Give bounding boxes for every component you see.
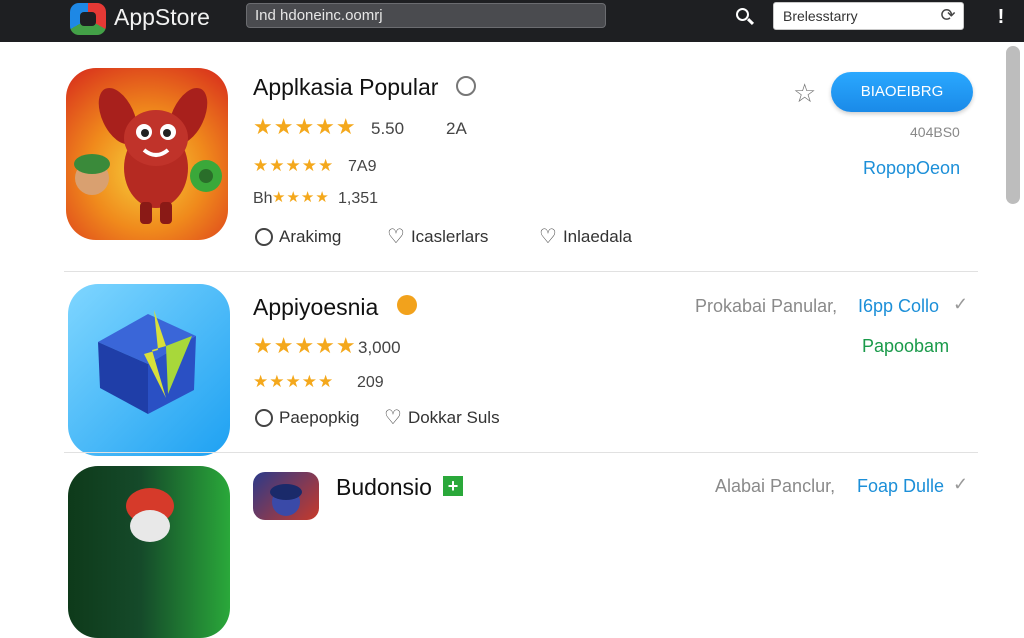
download-count: 1,351 <box>338 190 379 207</box>
top-bar: AppStore Ind hdoneinc.oomrj Brelesstarry… <box>0 0 1024 42</box>
app-icon-small[interactable] <box>253 472 319 520</box>
publisher-link[interactable]: Foap Dulle <box>857 476 944 497</box>
app-title[interactable]: Budonsio <box>336 474 432 501</box>
rating-stars: ★★★★★ <box>253 114 357 139</box>
verified-badge-icon <box>397 295 417 315</box>
search-input[interactable]: Brelesstarry <box>773 2 964 30</box>
app-icon-cube[interactable] <box>68 284 230 456</box>
rating-stars-secondary: ★★★★★ <box>253 156 335 175</box>
comment-icon <box>255 228 273 246</box>
action-ranking[interactable]: Paepopkig <box>255 408 359 428</box>
category-label: Alabai Panclur, <box>715 476 836 496</box>
app-title[interactable]: Appiyoesnia <box>253 294 378 321</box>
brand-name[interactable]: AppStore <box>114 4 210 31</box>
app-title[interactable]: Applkasia Popular <box>253 74 438 101</box>
rating-stars-secondary: ★★★★★ <box>253 372 335 391</box>
action-wishlist[interactable]: ♡ Dokkar Suls <box>384 408 500 428</box>
app-list: Applkasia Popular ★★★★★ 5.50 2A ★★★★★ 7A… <box>0 42 1024 638</box>
heart-icon: ♡ <box>539 226 557 248</box>
status-link[interactable]: Papoobam <box>862 336 949 357</box>
comment-icon <box>255 409 273 427</box>
appstore-logo[interactable] <box>70 3 106 35</box>
category-label: Prokabai Panular, <box>695 296 838 316</box>
character-image <box>74 87 222 224</box>
app-icon-game-dark[interactable] <box>68 466 230 638</box>
divider <box>64 271 978 272</box>
app-icon-game[interactable] <box>66 68 228 240</box>
rating-aux: 2A <box>446 119 467 138</box>
info-icon[interactable] <box>456 76 476 96</box>
rating-count: 7A9 <box>348 158 377 175</box>
scrollbar[interactable] <box>1006 46 1020 204</box>
rating-prefix: Bh <box>253 190 273 207</box>
character-image <box>270 484 302 516</box>
check-icon: ✓ <box>953 294 969 314</box>
heart-icon: ♡ <box>384 407 402 429</box>
rating-stars: ★★★★★ <box>253 333 357 358</box>
check-icon: ✓ <box>953 474 969 494</box>
rating-count: 209 <box>357 374 384 391</box>
install-button[interactable]: BIAOEIBRG <box>831 72 973 112</box>
publisher-link[interactable]: RopopOeon <box>863 158 960 179</box>
action-wishlist[interactable]: ♡ Icaslerlars <box>387 227 488 247</box>
address-bar[interactable]: Ind hdoneinc.oomrj <box>246 3 606 28</box>
action-share[interactable]: ♡ Inlaedala <box>539 227 632 247</box>
more-vert-icon[interactable]: ! <box>996 6 1006 28</box>
rating-stars-tertiary: ★★★★ <box>272 189 330 206</box>
divider <box>64 452 978 453</box>
character-image <box>126 488 174 542</box>
plus-badge-icon: + <box>443 476 463 496</box>
refresh-icon[interactable]: ⟳ <box>938 5 958 25</box>
search-icon[interactable] <box>727 3 761 30</box>
publisher-link[interactable]: I6pp Collo <box>858 296 939 317</box>
star-outline-icon[interactable]: ☆ <box>793 78 816 109</box>
rating-value: 5.50 <box>371 119 405 138</box>
app-size: 404BS0 <box>910 124 960 140</box>
cube-image <box>98 310 196 414</box>
heart-icon: ♡ <box>387 226 405 248</box>
action-ranking[interactable]: Arakimg <box>255 227 341 247</box>
rating-value: 3,000 <box>358 338 401 357</box>
